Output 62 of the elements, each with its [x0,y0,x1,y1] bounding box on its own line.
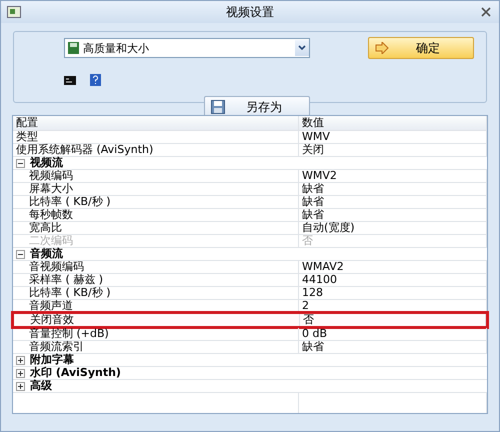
property-row[interactable]: 使用系统解码器 (AviSynth) 关闭 [13,144,487,157]
property-row[interactable]: 音量控制 (+dB) 0 dB [13,328,487,341]
property-name: 视频编码 [13,170,299,182]
property-value: 自动(宽度) [299,222,487,234]
arrow-right-icon [375,42,389,54]
property-value: 缺省 [299,341,487,353]
highlighted-row[interactable]: 关闭音效 否 [11,311,489,329]
column-header[interactable]: 数值 [299,116,487,130]
property-name: 音频流索引 [13,341,299,353]
property-row[interactable]: 比特率 ( KB/秒 ) 缺省 [13,196,487,209]
property-row[interactable]: 音频流索引 缺省 [13,341,487,354]
property-value: 0 dB [299,328,487,340]
console-icon[interactable] [64,76,76,84]
column-header[interactable]: 配置 [13,116,299,130]
property-value: 关闭 [299,144,487,156]
property-name: 类型 [13,131,299,143]
group-label: 附加字幕 [30,354,74,366]
collapse-icon[interactable] [16,158,25,168]
property-value: 否 [300,314,486,326]
property-name: 采样率 ( 赫兹 ) [13,274,299,286]
chevron-down-icon [298,45,306,51]
window-title: 视频设置 [225,4,275,20]
property-name: 关闭音效 [14,314,300,326]
property-name: 每秒帧数 [13,209,299,221]
property-value: WMV2 [299,170,487,182]
group-label: 视频流 [30,157,63,169]
group-label: 高级 [30,380,52,392]
property-row[interactable]: 视频编码 WMV2 [13,170,487,183]
property-name: 宽高比 [13,222,299,234]
property-row[interactable]: 每秒帧数 缺省 [13,209,487,222]
expand-icon[interactable] [16,368,25,378]
close-icon[interactable] [479,5,493,19]
ok-button[interactable]: 确定 [368,37,474,59]
property-value: 缺省 [299,209,487,221]
property-row[interactable]: 类型 WMV [13,131,487,144]
property-name: 使用系统解码器 (AviSynth) [13,144,299,156]
group-label: 音频流 [30,248,63,260]
property-name: 比特率 ( KB/秒 ) [13,196,299,208]
property-row[interactable]: 比特率 ( KB/秒 ) 128 [13,287,487,300]
app-icon [7,6,21,18]
property-name: 音视频编码 [13,261,299,273]
property-name: 比特率 ( KB/秒 ) [13,287,299,299]
property-name: 屏幕大小 [13,183,299,195]
property-value: 44100 [299,274,487,286]
expand-icon[interactable] [16,356,25,364]
property-row[interactable]: 音视频编码 WMAV2 [13,261,487,274]
property-row[interactable]: 采样率 ( 赫兹 ) 44100 [13,274,487,287]
preset-dropdown[interactable]: 高质量和大小 [64,38,310,58]
property-value: 否 [299,235,487,247]
group-label: 水印 (AviSynth) [30,367,121,379]
property-value: 缺省 [299,183,487,195]
property-value: WMV [299,131,487,143]
expand-icon[interactable] [16,382,25,390]
property-name: 二次编码 [13,235,299,247]
property-row[interactable]: 屏幕大小 缺省 [13,183,487,196]
property-value: 128 [299,287,487,299]
property-value: WMAV2 [299,261,487,273]
help-icon[interactable] [90,74,101,86]
property-row[interactable]: 宽高比 自动(宽度) [13,222,487,235]
collapse-icon[interactable] [16,250,25,258]
property-value: 缺省 [299,196,487,208]
property-name: 音量控制 (+dB) [13,328,299,340]
